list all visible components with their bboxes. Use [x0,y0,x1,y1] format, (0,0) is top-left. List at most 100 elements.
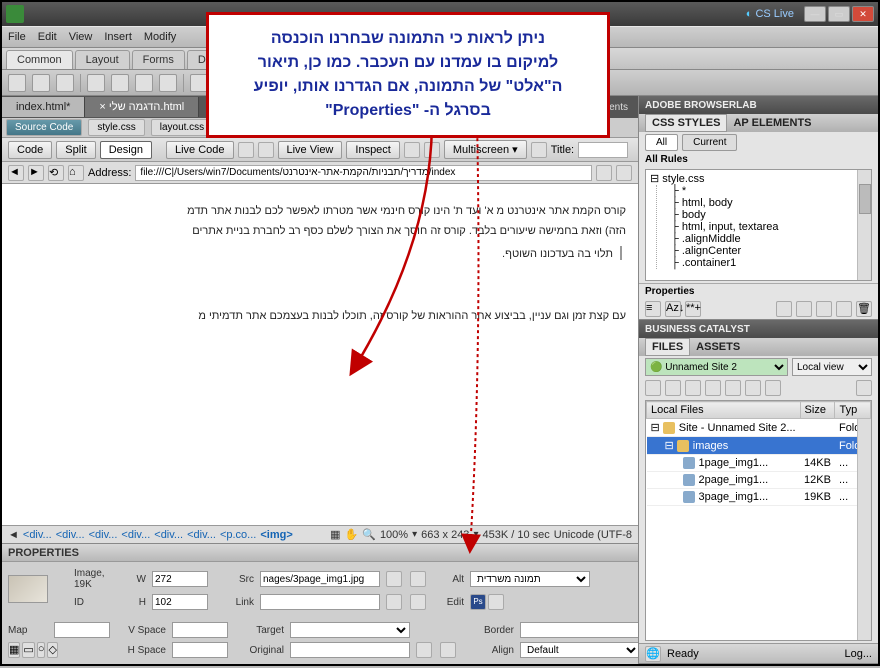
css-rules-tree[interactable]: ⊟ style.css ├ * ├ html, body ├ body ├ ht… [645,169,872,281]
rect-hotspot-icon[interactable]: ▭ [22,642,34,658]
doctab-demo[interactable]: × הדגמה שלי.html [85,97,199,117]
delete-rule-icon[interactable]: 🗑 [856,301,872,317]
point-to-file-icon[interactable] [386,571,402,587]
properties-header[interactable]: PROPERTIES [2,544,638,562]
hspace-input[interactable] [172,642,228,658]
disable-rule-icon[interactable] [836,301,852,317]
map-input[interactable] [54,622,110,638]
liveview-button[interactable]: Live View [278,141,343,159]
browse-icon[interactable] [616,165,632,181]
tag-crumb[interactable]: <div... [187,529,216,541]
src-input[interactable] [260,571,380,587]
view-code-button[interactable]: Code [8,141,52,159]
email-link-icon[interactable] [32,74,50,92]
menu-insert[interactable]: Insert [104,31,132,43]
browserlab-panel-header[interactable]: ADOBE BROWSERLAB [639,96,878,114]
alt-input[interactable]: תמונה משרדית [470,571,590,587]
reload-icon[interactable]: ⟲ [48,165,64,181]
div-icon[interactable] [111,74,129,92]
original-input[interactable] [290,642,410,658]
files-tree[interactable]: Local FilesSizeTyp ⊟ Site - Unnamed Site… [645,400,872,641]
poly-hotspot-icon[interactable]: ◇ [47,642,57,658]
opts-icon[interactable] [531,142,547,158]
address-input[interactable] [135,165,592,181]
get-icon[interactable] [685,380,701,396]
inserted-image[interactable] [620,246,622,260]
assets-tab[interactable]: ASSETS [690,339,746,355]
ap-elements-tab[interactable]: AP ELEMENTS [727,115,817,131]
related-file[interactable]: style.css [88,119,144,136]
inspect-button[interactable]: Inspect [346,141,399,159]
multiscreen-button[interactable]: Multiscreen ▾ [444,140,527,159]
related-file[interactable]: layout.css [151,119,213,136]
menu-view[interactable]: View [69,31,93,43]
border-input[interactable] [520,622,640,638]
scrollbar[interactable] [857,170,871,280]
edit-ps-icon[interactable]: Ps [470,594,486,610]
tag-crumb[interactable]: <div... [56,529,85,541]
activity-icon[interactable]: 🌐 [645,646,661,662]
doctab-index[interactable]: index.html* [2,97,85,117]
tag-crumb[interactable]: <div... [89,529,118,541]
page-title-input[interactable] [578,142,628,158]
site-select[interactable]: 🟢 Unnamed Site 2 [645,358,788,376]
business-catalyst-header[interactable]: BUSINESS CATALYST [639,320,878,338]
browse-folder-icon[interactable] [410,594,426,610]
anchor-icon[interactable] [56,74,74,92]
edit-settings-icon[interactable] [488,594,504,610]
list-view-icon[interactable]: Az↓ [665,301,681,317]
tab-common[interactable]: Common [6,50,73,69]
checkout-icon[interactable] [725,380,741,396]
expand-icon[interactable] [856,380,872,396]
link-input[interactable] [260,594,380,610]
attach-css-icon[interactable] [776,301,792,317]
point-to-file-icon[interactable] [386,594,402,610]
css-all-button[interactable]: All [645,134,678,151]
maximize-button[interactable]: ▭ [828,6,850,22]
tag-crumb[interactable]: <div... [23,529,52,541]
tag-crumb[interactable]: <p.co... [220,529,256,541]
scroll-left-icon[interactable]: ◄ [8,529,19,541]
f12-icon[interactable] [258,142,274,158]
vspace-input[interactable] [172,622,228,638]
refresh-files-icon[interactable] [665,380,681,396]
target-select[interactable] [290,622,410,638]
media-icon[interactable] [159,74,177,92]
align-select[interactable]: Default [520,642,640,658]
set-view-icon[interactable]: **+ [685,301,701,317]
view-split-button[interactable]: Split [56,141,95,159]
table-icon[interactable] [87,74,105,92]
refresh-icon[interactable] [404,142,420,158]
check-icon[interactable] [238,142,254,158]
go-icon[interactable] [596,165,612,181]
livecode-button[interactable]: Live Code [166,141,234,159]
checkin-icon[interactable] [745,380,761,396]
width-input[interactable] [152,571,208,587]
hand-tool-icon[interactable]: ✋ [345,528,359,541]
pointer-hotspot-icon[interactable]: ▦ [8,642,20,658]
menu-modify[interactable]: Modify [144,31,176,43]
image-icon[interactable] [135,74,153,92]
height-input[interactable] [152,594,208,610]
hyperlink-icon[interactable] [8,74,26,92]
point-to-file-icon[interactable] [416,642,432,658]
log-link[interactable]: Log... [844,648,872,660]
zoom-value[interactable]: 100% [380,529,408,541]
css-styles-tab[interactable]: CSS STYLES [645,114,727,132]
scrollbar[interactable] [857,419,871,640]
menu-file[interactable]: File [8,31,26,43]
cslive-link[interactable]: ◐ CS Live [746,8,794,20]
tab-forms[interactable]: Forms [132,50,185,69]
minimize-button[interactable]: — [804,6,826,22]
category-view-icon[interactable]: ≡ [645,301,661,317]
design-view[interactable]: קורס הקמת אתר אינטרנט מ א' ועד ת' הינו ק… [2,184,638,525]
oval-hotspot-icon[interactable]: ○ [37,642,46,658]
home-icon[interactable]: ⌂ [68,165,84,181]
tag-crumb-selected[interactable]: <img> [260,529,292,541]
select-tool-icon[interactable]: ▦ [330,528,340,541]
browse-folder-icon[interactable] [440,642,456,658]
tag-crumb[interactable]: <div... [154,529,183,541]
close-button[interactable]: ✕ [852,6,874,22]
sync-icon[interactable] [765,380,781,396]
files-tab[interactable]: FILES [645,338,690,356]
